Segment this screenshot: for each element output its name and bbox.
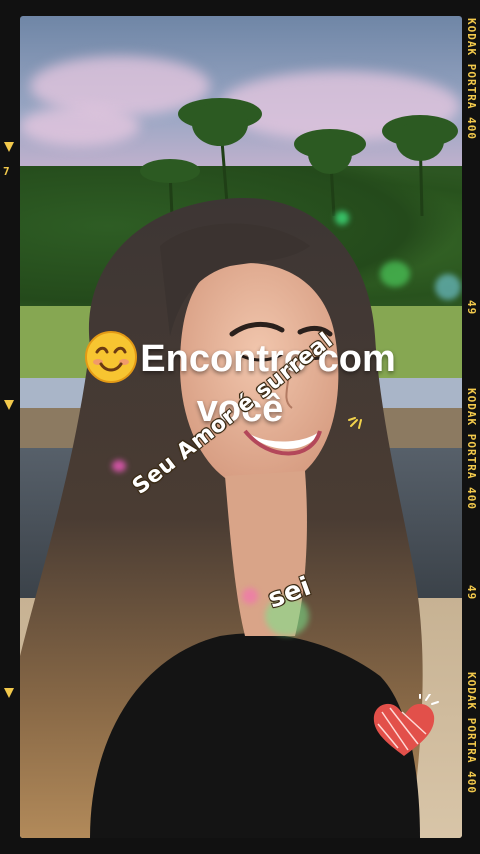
film-frame: 7 KODAK PORTRA 400 49 KODAK PORTRA 400 4… xyxy=(0,0,480,854)
light-sparkle xyxy=(112,460,126,472)
film-frame-number: 49 xyxy=(465,585,478,601)
film-arrow-icon xyxy=(4,142,14,152)
light-sparkle xyxy=(435,274,461,300)
heart-icon xyxy=(373,694,439,756)
frame-number: 7 xyxy=(3,165,10,178)
light-sparkle xyxy=(380,261,410,287)
film-arrow-icon xyxy=(4,688,14,698)
smiling-face-icon xyxy=(85,330,138,383)
film-edge-text: KODAK PORTRA 400 xyxy=(465,672,478,794)
film-frame-number: 49 xyxy=(465,300,478,316)
film-edge-text: KODAK PORTRA 400 xyxy=(465,18,478,140)
light-sparkle xyxy=(335,211,349,225)
light-sparkle xyxy=(242,588,258,604)
sparkle-lines-icon xyxy=(348,417,362,429)
